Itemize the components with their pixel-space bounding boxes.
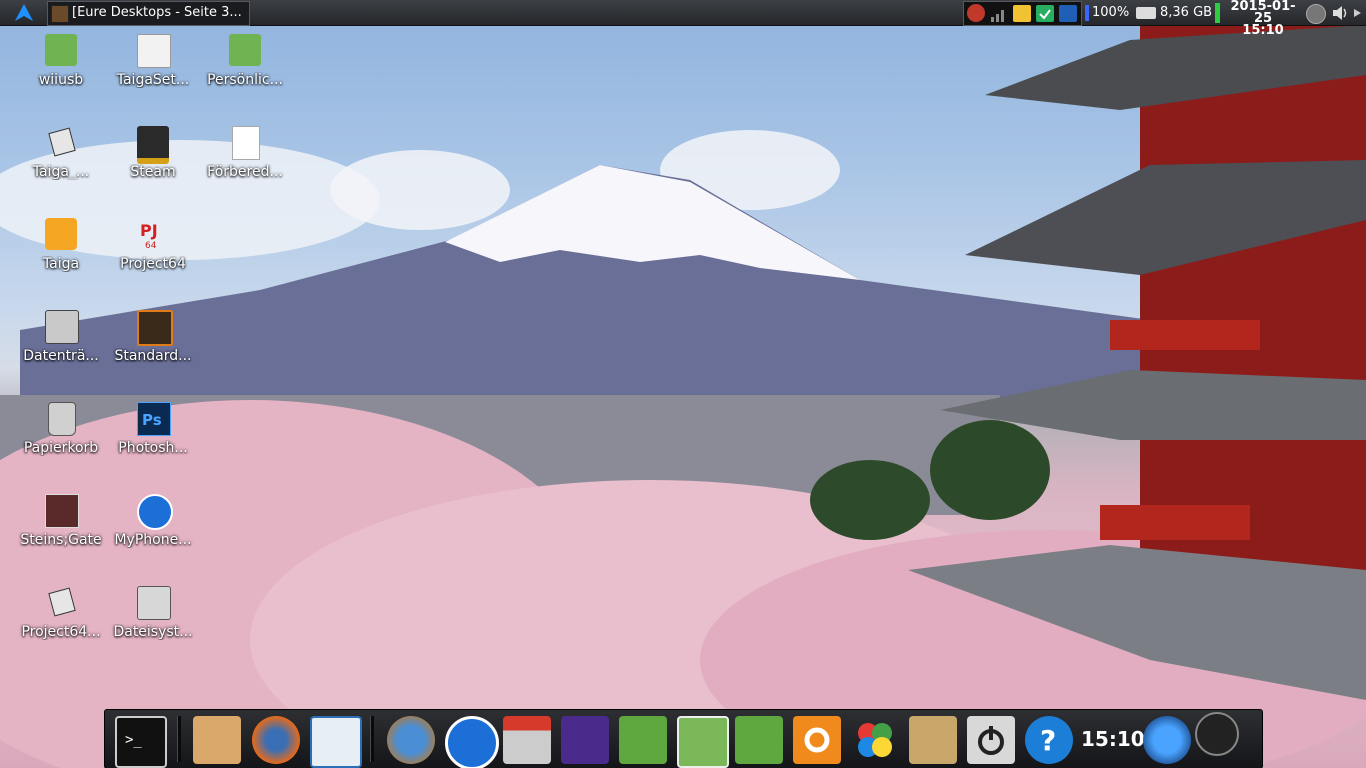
- myphone-sync-icon: [137, 494, 173, 530]
- battery-percent[interactable]: 100%: [1092, 5, 1129, 20]
- system-tray: [963, 1, 1082, 26]
- drive-icon: [45, 310, 79, 344]
- dock-separator: [370, 716, 374, 762]
- desktop-wallpaper: [0, 0, 1366, 768]
- desktop-icon-steins-gate[interactable]: Steins;Gate: [16, 488, 106, 568]
- desktop-icon-personal[interactable]: Persönlic...: [200, 28, 290, 108]
- svg-text:PJ: PJ: [140, 221, 158, 240]
- terminal-icon[interactable]: >_: [115, 716, 167, 768]
- folder-icon[interactable]: [619, 716, 667, 764]
- project64-icon: PJ 64: [137, 218, 169, 251]
- wallpaper-scene: [0, 20, 1366, 768]
- game-clover-icon[interactable]: [851, 716, 899, 764]
- battery-icon: [1085, 5, 1089, 21]
- dock-separator: [177, 716, 181, 762]
- desktop-icon-trash[interactable]: Papierkorb: [16, 396, 106, 476]
- desktop-icon-forbered[interactable]: Förbered...: [200, 120, 290, 200]
- volume-icon[interactable]: [1332, 5, 1348, 21]
- hard-drive-icon: [137, 586, 171, 620]
- file-icon: [48, 127, 76, 157]
- disk-usage-bar: [1215, 3, 1220, 23]
- dock: >_ ? 15:10: [104, 709, 1263, 768]
- download-manager-icon[interactable]: [503, 716, 551, 764]
- desktop-icon-taiga[interactable]: Taiga: [16, 212, 106, 292]
- panel-time: 15:10: [1242, 23, 1284, 38]
- paint-icon[interactable]: [193, 716, 241, 764]
- text-editor-icon[interactable]: [677, 716, 729, 768]
- desktop-icon-datentraeger[interactable]: Datenträ...: [16, 304, 106, 384]
- svg-text:?: ?: [1040, 724, 1056, 757]
- document-icon: [232, 126, 260, 160]
- note-icon[interactable]: [1013, 5, 1031, 22]
- headphones-icon[interactable]: [561, 716, 609, 764]
- home-folder-icon: [229, 34, 261, 66]
- settings-gear-icon[interactable]: [793, 716, 841, 764]
- notification-icon[interactable]: [1306, 4, 1326, 24]
- trash-icon: [48, 402, 76, 436]
- svg-text:>_: >_: [125, 732, 142, 748]
- desktop-icon-project64[interactable]: PJ 64 Project64: [108, 212, 198, 292]
- taiga-tiger-icon: [45, 218, 77, 250]
- window-app-icon: [51, 5, 69, 23]
- desktop-icon-myphone[interactable]: MyPhone...: [108, 488, 198, 568]
- desktop-icon-taiga-setup[interactable]: TaigaSet...: [108, 28, 198, 108]
- desktop-icon-photoshop[interactable]: Ps Photosh...: [108, 396, 198, 476]
- panel-date: 2015-01-25: [1230, 0, 1296, 26]
- backup-folder-icon[interactable]: [909, 716, 957, 764]
- dock-clock[interactable]: 15:10: [1081, 727, 1145, 751]
- globe-monkey-icon[interactable]: [387, 716, 435, 764]
- window-title: [Eure Desktops - Seite 3...: [72, 5, 242, 20]
- disk-free[interactable]: 8,36 GB: [1160, 5, 1212, 20]
- video-icon: [137, 310, 173, 346]
- svg-text:Ps: Ps: [142, 411, 162, 429]
- taskbar-window-button[interactable]: [Eure Desktops - Seite 3...: [47, 1, 250, 26]
- svg-text:64: 64: [145, 241, 157, 250]
- desktop-icon-project64-file[interactable]: Project64...: [16, 580, 106, 660]
- power-icon[interactable]: [967, 716, 1015, 764]
- firefox-icon[interactable]: [252, 716, 300, 764]
- sync-icon[interactable]: [967, 4, 985, 22]
- signal-bars-icon[interactable]: [990, 6, 1008, 22]
- desktop-icon-steam[interactable]: Steam: [108, 120, 198, 200]
- top-panel: [Eure Desktops - Seite 3... 100% 8,36 GB…: [0, 0, 1366, 37]
- desktop-icon-taiga-file[interactable]: Taiga_...: [16, 120, 106, 200]
- menu-arrow-icon[interactable]: [1352, 7, 1362, 19]
- windows-installer-icon: [137, 34, 171, 68]
- steam-icon: [137, 126, 169, 164]
- desktop-icon-filesystem[interactable]: Dateisyst...: [108, 580, 198, 660]
- downloads-folder-icon[interactable]: [735, 716, 783, 764]
- help-icon[interactable]: ?: [1025, 716, 1073, 764]
- folder-icon: [45, 34, 77, 66]
- desktop-icon-wiiusb[interactable]: wiiusb: [16, 28, 106, 108]
- photoshop-icon: Ps: [137, 402, 171, 436]
- clock[interactable]: 2015-01-25 15:10: [1224, 0, 1302, 37]
- media-player-icon[interactable]: [1143, 716, 1191, 764]
- app-menu-icon[interactable]: [14, 3, 34, 22]
- desktop-icon-standard[interactable]: Standard...: [108, 304, 198, 384]
- file-icon: [48, 587, 76, 617]
- drive-icon: [1136, 7, 1156, 19]
- document-viewer-icon[interactable]: [310, 716, 362, 768]
- sync-dock-icon[interactable]: [445, 716, 499, 768]
- steam-tray-icon[interactable]: [1059, 5, 1077, 22]
- steins-gate-icon: [45, 494, 79, 528]
- system-monitor-icon[interactable]: [1195, 712, 1239, 756]
- check-icon[interactable]: [1036, 5, 1054, 22]
